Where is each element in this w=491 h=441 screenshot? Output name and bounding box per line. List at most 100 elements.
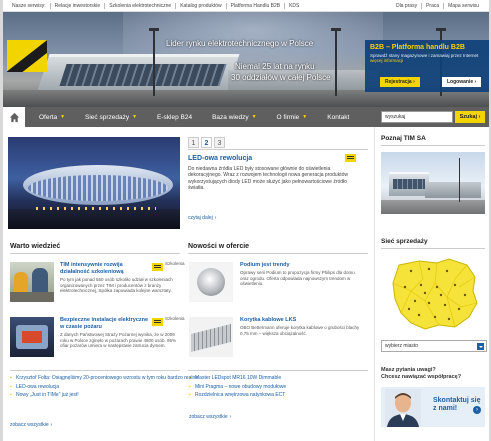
chevron-right-icon: ›	[473, 406, 481, 414]
offer-link[interactable]: Mini Pragma – nowe obudowy modułowe	[189, 383, 286, 392]
chevron-down-icon: ▼	[132, 114, 138, 120]
knowledge-item-text: Po tym jak ponad 550 osób szkoliło udzia…	[60, 277, 173, 294]
sidebar: Poznaj TIM SA Sieć sprzedaży wybierz mia…	[374, 127, 489, 441]
register-button[interactable]: Rejestracja ›	[380, 77, 420, 87]
chevron-right-icon: ›	[50, 422, 53, 428]
warning-panel	[22, 331, 42, 343]
knowledge-link[interactable]: Krzysztof Folta: Osiągnęliśmy 20-procent…	[10, 374, 198, 383]
b2b-title: B2B – Platforma handlu B2B	[370, 44, 465, 51]
top-link-b2b[interactable]: Platforma Handlu B2B	[227, 3, 286, 9]
feature-tab-3[interactable]: 3	[214, 137, 225, 148]
feature-tab-1[interactable]: 1	[188, 137, 199, 148]
nav-item-sales-network[interactable]: Sieć sprzedaży ▼	[75, 114, 147, 121]
search-input[interactable]	[381, 111, 453, 123]
knowledge-item-badge[interactable]: Szkolenia	[158, 261, 185, 267]
offer-see-all-link[interactable]: zobacz wszystkie ›	[189, 414, 231, 420]
tim-logo[interactable]: TIM	[7, 40, 47, 72]
feature-title[interactable]: LED-owa rewolucja	[188, 155, 252, 162]
nav-item-label: Oferta	[39, 113, 58, 121]
top-link-trainings[interactable]: Szkolenia elektrotechniczne	[105, 3, 177, 9]
chevron-right-icon: ›	[214, 215, 217, 221]
news-thumb-fire-safety[interactable]	[10, 317, 54, 357]
nav-item-label: Sieć sprzedaży	[85, 113, 130, 121]
nav-item-oferta[interactable]: Oferta ▼	[29, 114, 75, 121]
home-icon	[9, 112, 19, 122]
offer-link[interactable]: Master LEDspot MR16 10W Dimmable	[189, 374, 286, 383]
top-link-investor-relations[interactable]: Relacje inwestorskie	[51, 3, 106, 9]
offer-link[interactable]: Rozdzielnica wnętrzowa natynkowa ECT	[189, 391, 286, 400]
divider	[188, 370, 368, 371]
login-button[interactable]: Logowanie ›	[442, 77, 482, 87]
feature-text: Do niedawna źródła LED były stosowane gł…	[188, 166, 348, 191]
hero-banner: Lider rynku elektrotechnicznego w Polsce…	[3, 12, 489, 107]
knowledge-item-title[interactable]: TIM intensywnie rozwija działalność szko…	[60, 262, 150, 275]
road-shape	[381, 200, 485, 214]
nav-item-contact[interactable]: Kontakt	[317, 114, 359, 121]
offer-item-text: OBO Bettermann oferuje korytka kablowe o…	[240, 325, 360, 336]
knowledge-see-all-link[interactable]: zobacz wszystkie ›	[10, 422, 52, 428]
knowledge-item-title[interactable]: Bezpieczne instalacje elektryczne w czas…	[60, 317, 150, 330]
poland-map[interactable]	[389, 257, 479, 331]
feature-tab-2[interactable]: 2	[201, 137, 212, 148]
read-more-label: czytaj dalej	[188, 215, 213, 221]
nav-item-eshop[interactable]: E-sklep B24	[147, 114, 202, 121]
page: Nasze serwisy: Relacje inwestorskie Szko…	[3, 0, 489, 441]
nav-items: Oferta ▼ Sieć sprzedaży ▼ E-sklep B24 Ba…	[29, 107, 359, 127]
knowledge-link[interactable]: LED-owa rewolucja	[10, 383, 198, 392]
offer-item-title[interactable]: Podium jest trendy	[240, 262, 360, 269]
feature-image-stadium[interactable]	[8, 137, 180, 229]
building-shape	[425, 182, 481, 198]
headquarters-image[interactable]	[381, 152, 485, 214]
b2b-description: Sprawdź stany magazynowe i zamawiaj prze…	[370, 53, 484, 63]
offer-item-text: Oprawy serii Podium to propozycja firmy …	[240, 270, 355, 287]
knowledge-links: Krzysztof Folta: Osiągnęliśmy 20-procent…	[10, 374, 198, 400]
top-link-press[interactable]: Dla prasy	[392, 3, 423, 9]
contact-us-banner[interactable]: Skontaktuj się z nami! ›	[381, 387, 485, 427]
top-link-kds[interactable]: KDS	[285, 3, 303, 9]
hero-building-glass	[59, 64, 227, 86]
feature-tabs: 1 2 3	[188, 137, 227, 148]
contact-question-2: Chcesz nawiązać współpracę?	[381, 374, 462, 380]
lamp-post	[459, 158, 460, 202]
offer-item-title[interactable]: Korytka kablowe LKS	[240, 317, 360, 324]
nav-item-label: O firmie	[276, 113, 300, 121]
nav-item-about[interactable]: O firmie ▼	[267, 114, 318, 121]
divider	[10, 253, 180, 254]
chevron-down-icon: ▼	[60, 114, 66, 120]
home-button[interactable]	[3, 107, 25, 127]
hero-claim-branches: 30 oddziałów w całej Polsce	[231, 73, 331, 82]
main-nav: Oferta ▼ Sieć sprzedaży ▼ E-sklep B24 Ba…	[3, 107, 489, 127]
nav-item-label: Baza wiedzy	[212, 113, 249, 121]
city-select[interactable]: wybierz miasto	[381, 340, 487, 352]
stadium-base	[8, 209, 180, 229]
contact-question-1: Masz pytania uwagi?	[381, 367, 436, 373]
chevron-down-icon: ▼	[302, 114, 308, 120]
knowledge-link[interactable]: Nowy „Just in TIMe” już jest!	[10, 391, 198, 400]
sidebar-heading-about: Poznaj TIM SA	[381, 135, 426, 142]
b2b-promo-box: B2B – Platforma handlu B2B Sprawdź stany…	[365, 40, 489, 92]
knowledge-item-badge[interactable]: Szkolenia	[158, 316, 185, 322]
top-links-right: Dla prasy Praca Mapa serwisu	[392, 3, 483, 9]
hero-lamp-post	[331, 28, 341, 96]
knowledge-heading: Warto wiedzieć	[10, 243, 61, 250]
b2b-more-info-link[interactable]: więcej informacji	[370, 58, 403, 63]
city-select-value: wybierz miasto	[385, 343, 419, 349]
stadium-facade	[28, 175, 168, 201]
offer-thumb-cable-tray[interactable]	[189, 317, 233, 357]
nav-item-knowledge-base[interactable]: Baza wiedzy ▼	[202, 114, 266, 121]
offer-links: Master LEDspot MR16 10W Dimmable Mini Pr…	[189, 374, 286, 400]
top-link-label: Nasze serwisy:	[8, 3, 51, 9]
consultant-photo	[385, 389, 421, 427]
top-links-left: Nasze serwisy: Relacje inwestorskie Szko…	[8, 3, 303, 9]
offer-thumb-podium[interactable]	[189, 262, 233, 302]
hero-claim-years: Niemal 25 lat na rynku	[235, 62, 315, 71]
top-link-sitemap[interactable]: Mapa serwisu	[444, 3, 483, 9]
search-button[interactable]: Szukaj ›	[455, 111, 485, 123]
top-link-catalog[interactable]: Katalog produktów	[176, 3, 227, 9]
feature-read-more-link[interactable]: czytaj dalej ›	[188, 215, 216, 221]
top-link-jobs[interactable]: Praca	[422, 3, 445, 9]
table-surface	[10, 292, 54, 302]
divider	[381, 248, 485, 249]
news-thumb-training[interactable]	[10, 262, 54, 302]
poland-map-icon	[392, 258, 478, 330]
